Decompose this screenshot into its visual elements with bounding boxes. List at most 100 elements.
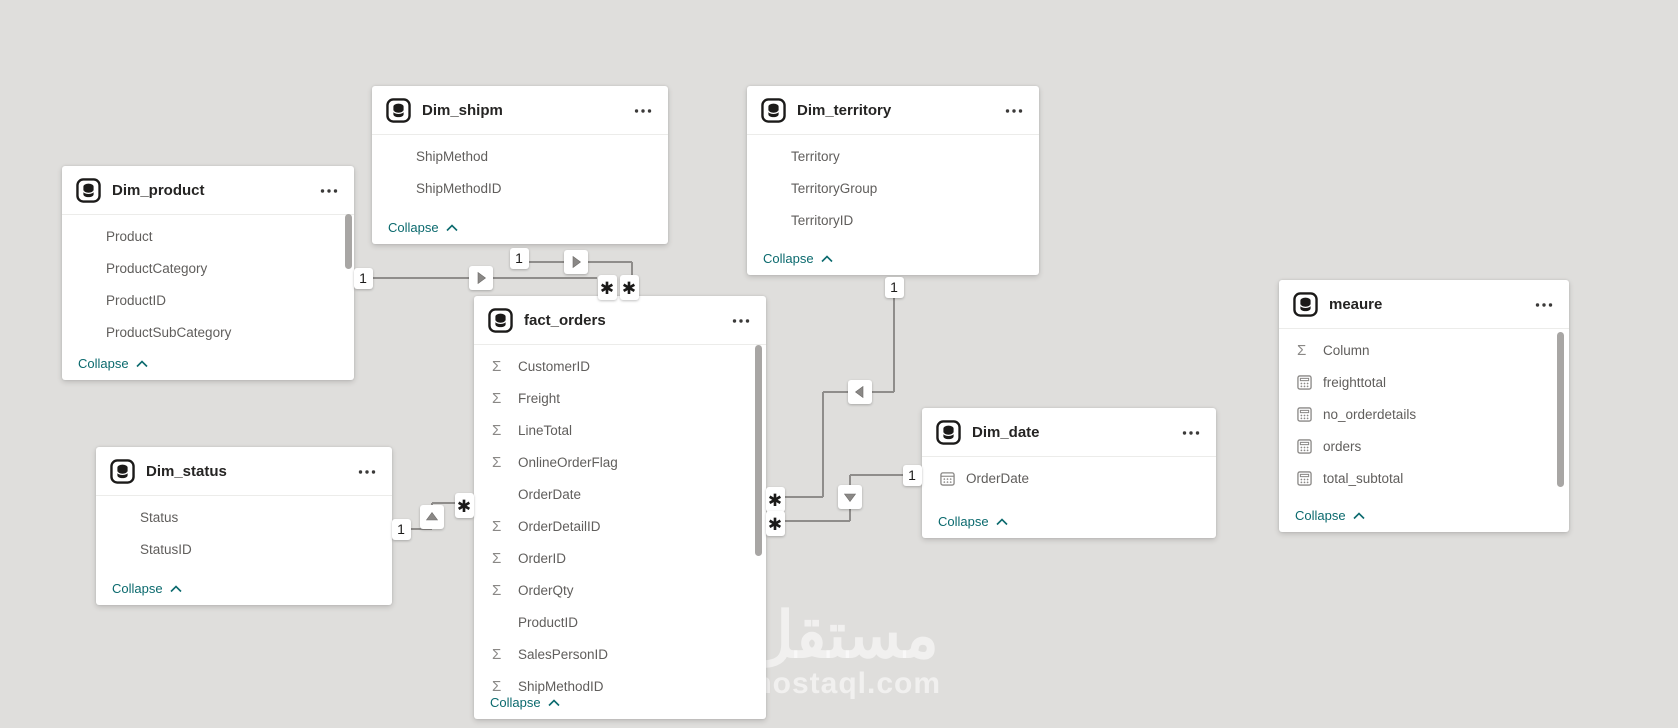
field-row[interactable]: ShipMethodID — [372, 172, 668, 204]
cardinality-marker[interactable]: 1 — [354, 268, 373, 289]
field-row[interactable]: orders — [1279, 430, 1569, 462]
table-title: Dim_date — [972, 424, 1169, 441]
ellipsis-icon — [358, 462, 376, 480]
table-card-meaure[interactable]: meaureΣColumnfreighttotalno_orderdetails… — [1279, 280, 1569, 532]
chevron-up-icon — [446, 224, 458, 232]
table-card-dim_product[interactable]: Dim_productProductProductCategoryProduct… — [62, 166, 354, 380]
field-row[interactable]: ProductID — [474, 606, 766, 638]
relationship-line[interactable] — [784, 520, 850, 522]
field-label: Product — [106, 229, 153, 244]
collapse-link[interactable]: Collapse — [388, 220, 458, 235]
field-row[interactable]: ProductSubCategory — [62, 316, 354, 348]
field-row[interactable]: ΣCustomerID — [474, 350, 766, 382]
field-row[interactable]: OrderDate — [474, 478, 766, 510]
cardinality-marker[interactable]: 1 — [903, 465, 922, 486]
ellipsis-icon — [1182, 423, 1200, 441]
table-header: meaure — [1279, 280, 1569, 329]
sigma-icon: Σ — [492, 519, 518, 534]
field-row[interactable]: ΣColumn — [1279, 334, 1569, 366]
field-row[interactable]: ΣSalesPersonID — [474, 638, 766, 670]
calculator-icon — [1297, 375, 1323, 390]
field-row[interactable]: ProductCategory — [62, 252, 354, 284]
filter-direction-arrow-icon[interactable] — [838, 485, 862, 509]
database-icon — [761, 98, 786, 123]
table-card-dim_shipm[interactable]: Dim_shipmShipMethodShipMethodIDCollapse — [372, 86, 668, 244]
field-label: StatusID — [140, 542, 192, 557]
relationship-line[interactable] — [822, 392, 824, 497]
vertical-scrollbar[interactable] — [755, 345, 762, 556]
ellipsis-icon — [1005, 101, 1023, 119]
field-label: orders — [1323, 439, 1361, 454]
cardinality-marker[interactable]: ✱ — [766, 511, 785, 536]
vertical-scrollbar[interactable] — [1557, 332, 1564, 487]
filter-direction-arrow-icon[interactable] — [848, 380, 872, 404]
collapse-label: Collapse — [112, 581, 163, 596]
relationship-line[interactable] — [850, 474, 903, 476]
field-row[interactable]: StatusID — [96, 533, 392, 565]
collapse-link[interactable]: Collapse — [763, 251, 833, 266]
field-row[interactable]: TerritoryID — [747, 204, 1039, 236]
field-row[interactable]: freighttotal — [1279, 366, 1569, 398]
table-menu-button[interactable] — [1003, 99, 1025, 121]
model-view-canvas[interactable]: مستقلmostaql.com1✱1✱1✱1✱1✱Dim_shipmShipM… — [0, 0, 1678, 728]
collapse-label: Collapse — [78, 356, 129, 371]
cardinality-marker[interactable]: ✱ — [766, 487, 785, 512]
cardinality-marker[interactable]: ✱ — [455, 493, 474, 518]
table-card-fact_orders[interactable]: fact_ordersΣCustomerIDΣFreightΣLineTotal… — [474, 296, 766, 719]
cardinality-marker[interactable]: 1 — [392, 519, 411, 540]
field-row[interactable]: no_orderdetails — [1279, 398, 1569, 430]
relationship-line[interactable] — [893, 296, 895, 392]
collapse-link[interactable]: Collapse — [112, 581, 182, 596]
field-label: TerritoryGroup — [791, 181, 877, 196]
table-card-dim_territory[interactable]: Dim_territoryTerritoryTerritoryGroupTerr… — [747, 86, 1039, 275]
table-menu-button[interactable] — [1533, 293, 1555, 315]
field-row[interactable]: ShipMethod — [372, 140, 668, 172]
field-label: ProductID — [106, 293, 166, 308]
field-row[interactable]: total_subtotal — [1279, 462, 1569, 494]
field-list: ΣColumnfreighttotalno_orderdetailsorders… — [1279, 329, 1569, 494]
table-menu-button[interactable] — [318, 179, 340, 201]
database-icon — [936, 420, 961, 445]
cardinality-marker[interactable]: ✱ — [620, 275, 639, 300]
field-row[interactable]: Territory — [747, 140, 1039, 172]
filter-direction-arrow-icon[interactable] — [420, 505, 444, 529]
field-row[interactable]: ΣFreight — [474, 382, 766, 414]
field-row[interactable]: ΣLineTotal — [474, 414, 766, 446]
chevron-up-icon — [170, 585, 182, 593]
calendar-icon — [940, 471, 966, 486]
field-label: Freight — [518, 391, 560, 406]
field-row[interactable]: OrderDate — [922, 462, 1216, 494]
chevron-up-icon — [548, 699, 560, 707]
filter-direction-arrow-icon[interactable] — [564, 250, 588, 274]
table-menu-button[interactable] — [356, 460, 378, 482]
sigma-icon: Σ — [492, 359, 518, 374]
collapse-link[interactable]: Collapse — [78, 356, 148, 371]
table-card-dim_date[interactable]: Dim_date OrderDate Collapse — [922, 408, 1216, 538]
collapse-link[interactable]: Collapse — [1295, 508, 1365, 523]
vertical-scrollbar[interactable] — [345, 214, 352, 269]
collapse-link[interactable]: Collapse — [938, 514, 1008, 529]
field-label: total_subtotal — [1323, 471, 1403, 486]
table-card-dim_status[interactable]: Dim_statusStatusStatusIDCollapse — [96, 447, 392, 605]
field-row[interactable]: ΣOnlineOrderFlag — [474, 446, 766, 478]
cardinality-marker[interactable]: ✱ — [598, 275, 617, 300]
database-icon — [1293, 292, 1318, 317]
field-row[interactable]: Product — [62, 220, 354, 252]
field-label: CustomerID — [518, 359, 590, 374]
table-menu-button[interactable] — [632, 99, 654, 121]
field-row[interactable]: ΣOrderID — [474, 542, 766, 574]
cardinality-marker[interactable]: 1 — [885, 277, 904, 298]
field-row[interactable]: ΣOrderQty — [474, 574, 766, 606]
field-row[interactable]: TerritoryGroup — [747, 172, 1039, 204]
sigma-icon: Σ — [1297, 343, 1323, 358]
table-menu-button[interactable] — [1180, 421, 1202, 443]
relationship-line[interactable] — [783, 496, 823, 498]
collapse-link[interactable]: Collapse — [490, 695, 560, 710]
table-menu-button[interactable] — [730, 309, 752, 331]
relationship-line[interactable] — [432, 502, 455, 504]
cardinality-marker[interactable]: 1 — [510, 248, 529, 269]
field-row[interactable]: ProductID — [62, 284, 354, 316]
field-row[interactable]: ΣOrderDetailID — [474, 510, 766, 542]
filter-direction-arrow-icon[interactable] — [469, 266, 493, 290]
field-row[interactable]: Status — [96, 501, 392, 533]
